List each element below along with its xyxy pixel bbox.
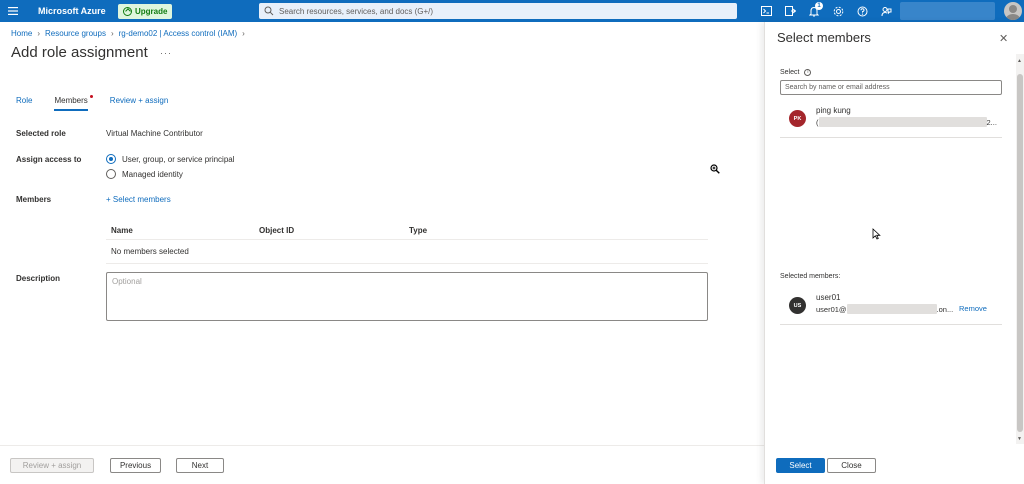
tab-members[interactable]: Members: [54, 95, 93, 111]
tab-review-assign[interactable]: Review + assign: [110, 96, 168, 111]
column-name[interactable]: Name: [106, 226, 254, 235]
chevron-right-icon: ›: [110, 29, 114, 38]
selected-member-email: user01@ .on...: [816, 304, 953, 314]
brand-title[interactable]: Microsoft Azure: [38, 6, 108, 16]
scroll-down-icon[interactable]: ▼: [1017, 436, 1022, 442]
select-button[interactable]: Select: [776, 458, 825, 473]
close-button[interactable]: Close: [827, 458, 876, 473]
description-label: Description: [16, 274, 61, 283]
feedback-icon[interactable]: [874, 0, 898, 22]
more-options-button[interactable]: ···: [160, 48, 172, 58]
previous-button[interactable]: Previous: [110, 458, 161, 473]
divider: [780, 137, 1002, 138]
global-search-input[interactable]: Search resources, services, and docs (G+…: [259, 3, 737, 19]
help-question-icon[interactable]: [850, 0, 874, 22]
close-icon[interactable]: ✕: [999, 32, 1008, 45]
upgrade-icon: [123, 6, 132, 16]
directory-filter-icon[interactable]: [778, 0, 802, 22]
tab-members-label: Members: [54, 96, 88, 105]
review-assign-button[interactable]: Review + assign: [10, 458, 94, 473]
remove-member-link[interactable]: Remove: [959, 304, 987, 313]
upgrade-label: Upgrade: [135, 6, 168, 16]
notification-count-badge: 1: [815, 2, 823, 10]
mouse-cursor-icon: [872, 228, 881, 240]
selected-email-prefix: user01@: [816, 304, 847, 314]
divider: [780, 324, 1002, 325]
member-name: ping kung: [816, 106, 851, 115]
description-textarea[interactable]: Optional: [106, 272, 708, 321]
member-email-suffix: 2...: [986, 117, 997, 127]
selected-role-label: Selected role: [16, 129, 66, 138]
account-info-redacted[interactable]: [900, 2, 995, 20]
select-label: Select i: [780, 69, 812, 76]
breadcrumb: Home › Resource groups › rg-demo02 | Acc…: [11, 29, 250, 38]
member-search-input[interactable]: Search by name or email address: [780, 80, 1002, 95]
avatar: PK: [789, 110, 806, 127]
select-members-link[interactable]: + Select members: [106, 195, 171, 204]
list-item[interactable]: PK ping kung ( 2...: [780, 100, 1002, 140]
hamburger-menu-icon[interactable]: [0, 0, 26, 22]
select-label-text: Select: [780, 69, 800, 76]
members-table: Name Object ID Type No members selected: [106, 222, 708, 264]
required-dot-icon: [89, 95, 93, 98]
redacted-text: [818, 117, 987, 127]
panel-scrollbar[interactable]: ▲ ▼: [1016, 54, 1024, 444]
avatar: US: [789, 297, 806, 314]
members-label: Members: [16, 195, 52, 204]
radio-managed-identity[interactable]: Managed identity: [106, 169, 183, 179]
scroll-up-icon[interactable]: ▲: [1017, 58, 1022, 64]
table-header: Name Object ID Type: [106, 222, 708, 240]
assign-access-label: Assign access to: [16, 155, 82, 164]
radio-unselected-icon: [106, 169, 116, 179]
global-search-placeholder: Search resources, services, and docs (G+…: [279, 6, 434, 16]
column-object-id[interactable]: Object ID: [254, 226, 404, 235]
selected-role-value: Virtual Machine Contributor: [106, 129, 203, 138]
panel-title: Select members: [777, 30, 871, 45]
zoom-cursor-icon: [710, 164, 720, 174]
table-empty-row: No members selected: [106, 240, 708, 264]
redacted-text: [846, 304, 937, 314]
scrollbar-thumb[interactable]: [1017, 74, 1023, 432]
selected-email-suffix: .on...: [936, 304, 954, 314]
breadcrumb-home[interactable]: Home: [11, 29, 32, 38]
chevron-right-icon: ›: [242, 29, 245, 38]
select-members-panel: Select members ✕ Select i Search by name…: [764, 22, 1024, 484]
cloud-shell-icon[interactable]: [754, 0, 778, 22]
wizard-footer: Review + assign Previous Next: [0, 445, 764, 484]
breadcrumb-resource-groups[interactable]: Resource groups: [45, 29, 106, 38]
column-type[interactable]: Type: [404, 226, 554, 235]
page-title: Add role assignment: [11, 44, 148, 61]
user-avatar-icon[interactable]: [1004, 2, 1022, 20]
breadcrumb-iam[interactable]: rg-demo02 | Access control (IAM): [119, 29, 238, 38]
selected-members-label: Selected members:: [780, 273, 841, 280]
search-icon: [264, 6, 274, 16]
upgrade-button[interactable]: Upgrade: [118, 3, 173, 19]
selected-member-name: user01: [816, 293, 841, 302]
member-email: ( 2...: [816, 117, 997, 127]
list-item: US user01 user01@ .on... Remove: [780, 287, 1002, 327]
radio-user-group-sp[interactable]: User, group, or service principal: [106, 154, 235, 164]
notifications-bell-icon[interactable]: 1: [802, 0, 826, 22]
settings-gear-icon[interactable]: [826, 0, 850, 22]
radio-selected-icon: [106, 154, 116, 164]
chevron-right-icon: ›: [37, 29, 41, 38]
radio-user-label: User, group, or service principal: [122, 154, 235, 164]
info-icon[interactable]: i: [804, 69, 812, 76]
header-tools: 1: [754, 0, 898, 22]
radio-mi-label: Managed identity: [122, 169, 183, 179]
wizard-tabs: Role Members Review + assign: [16, 95, 190, 111]
next-button[interactable]: Next: [176, 458, 224, 473]
tab-role[interactable]: Role: [16, 96, 32, 111]
